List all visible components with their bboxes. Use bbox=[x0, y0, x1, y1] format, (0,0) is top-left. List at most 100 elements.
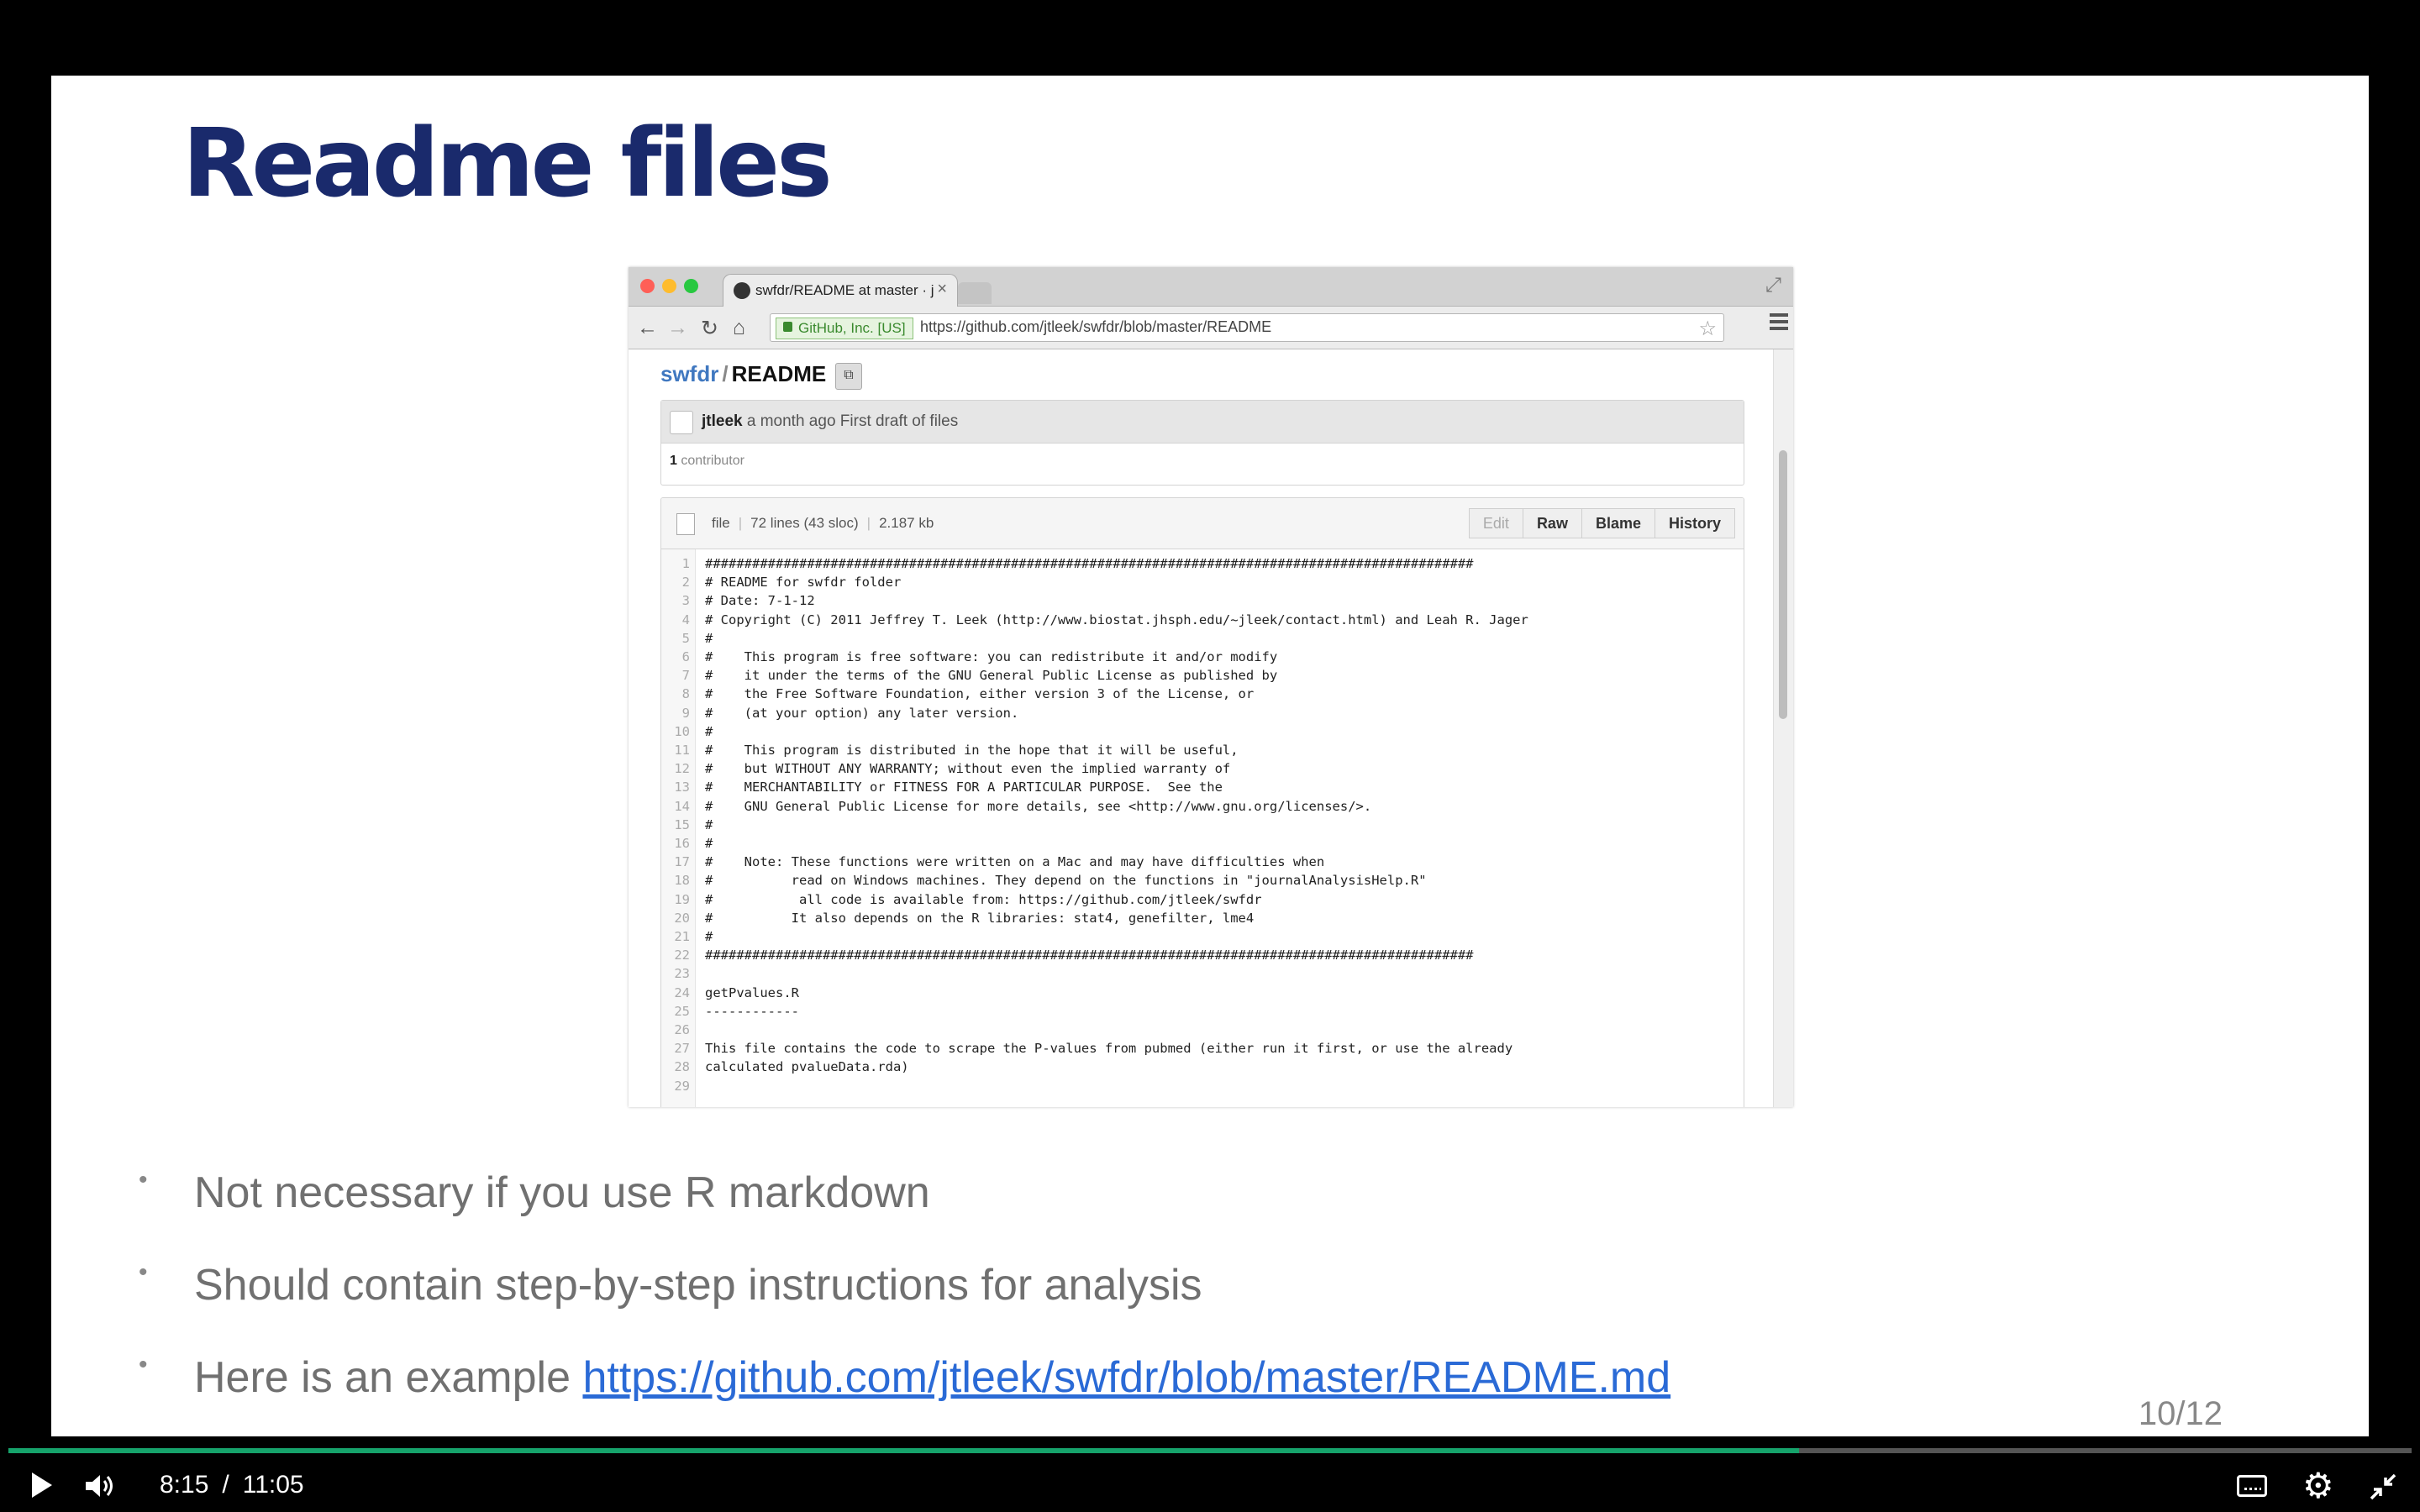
play-icon[interactable] bbox=[32, 1473, 52, 1498]
secure-badge: GitHub, Inc. [US] bbox=[776, 318, 913, 339]
breadcrumb: swfdr / README bbox=[660, 361, 826, 387]
minimize-window-icon bbox=[662, 279, 676, 293]
line-number: 1 bbox=[681, 556, 690, 571]
exit-fullscreen-icon[interactable] bbox=[2368, 1472, 2398, 1502]
blame-button: Blame bbox=[1581, 508, 1655, 538]
lock-icon bbox=[783, 322, 792, 332]
code-text: # GNU General Public License for more de… bbox=[705, 798, 1372, 814]
line-number: 17 bbox=[674, 854, 690, 870]
home-icon: ⌂ bbox=[733, 316, 746, 339]
line-number: 21 bbox=[674, 929, 690, 944]
code-line: 4 # Copyright (C) 2011 Jeffrey T. Leek (h… bbox=[661, 611, 1744, 629]
commit-author: jtleek bbox=[702, 412, 743, 430]
code-line: 2 # README for swfdr folder bbox=[661, 573, 1744, 591]
code-text: # bbox=[705, 836, 713, 851]
code-line: 5 # bbox=[661, 629, 1744, 648]
bullet-text: Should contain step-by-step instructions… bbox=[194, 1261, 1202, 1310]
time-display: 8:15 / 11:05 bbox=[160, 1471, 304, 1499]
bullet-item: • Not necessary if you use R markdown bbox=[139, 1166, 930, 1218]
line-number: 18 bbox=[674, 873, 690, 889]
tab-title: swfdr/README at master · j bbox=[755, 282, 934, 298]
code-line: 20 # It also depends on the R libraries: … bbox=[661, 909, 1744, 927]
repo-link: swfdr bbox=[660, 361, 719, 386]
bullet-text: Here is an example bbox=[194, 1353, 583, 1402]
line-number: 16 bbox=[674, 836, 690, 851]
code-text: calculated pvalueData.rda) bbox=[705, 1059, 909, 1075]
code-line: 11 # This program is distributed in the h… bbox=[661, 741, 1744, 759]
code-line: 8 # the Free Software Foundation, either … bbox=[661, 685, 1744, 703]
readme-example-link[interactable]: https://github.com/jtleek/swfdr/blob/mas… bbox=[582, 1353, 1670, 1402]
line-number: 19 bbox=[674, 891, 690, 907]
avatar bbox=[670, 411, 693, 434]
line-number: 28 bbox=[674, 1059, 690, 1075]
code-line: 10 # bbox=[661, 722, 1744, 741]
forward-arrow-icon: → bbox=[667, 316, 688, 339]
code-line: 19 # all code is available from: https://… bbox=[661, 890, 1744, 909]
contributor-label: contributor bbox=[676, 454, 744, 468]
commit-text: jtleek a month ago First draft of files bbox=[702, 412, 958, 431]
commit-message: a month ago First draft of files bbox=[742, 412, 959, 430]
progress-bar[interactable] bbox=[8, 1448, 2412, 1453]
page-number: 10/12 bbox=[2138, 1395, 2223, 1432]
code-text: # it under the terms of the GNU General … bbox=[705, 668, 1278, 684]
file-meta: file | 72 lines (43 sloc) | 2.187 kb bbox=[712, 515, 934, 531]
contributors: 1 contributor bbox=[670, 454, 744, 469]
volume-icon[interactable] bbox=[84, 1473, 118, 1499]
bullet-dot: • bbox=[139, 1166, 148, 1194]
browser-menu-icon bbox=[1770, 313, 1788, 330]
code-text: ------------ bbox=[705, 1003, 799, 1019]
code-text: # all code is available from: https://gi… bbox=[705, 891, 1262, 907]
secure-label: GitHub, Inc. [US] bbox=[798, 320, 906, 336]
code-text: # the Free Software Foundation, either v… bbox=[705, 686, 1255, 702]
code-line: 29 bbox=[661, 1077, 1744, 1095]
line-number: 12 bbox=[674, 761, 690, 777]
code-text: # README for swfdr folder bbox=[705, 575, 902, 591]
line-number: 6 bbox=[681, 649, 690, 664]
edit-button: Edit bbox=[1468, 508, 1523, 538]
contributor-count: 1 bbox=[670, 454, 677, 468]
code-text: # bbox=[705, 816, 713, 832]
code-text: This file contains the code to scrape th… bbox=[705, 1041, 1513, 1057]
github-favicon-icon bbox=[734, 282, 750, 299]
address-bar: GitHub, Inc. [US] https://github.com/jtl… bbox=[770, 313, 1724, 342]
code-line: 28 calculated pvalueData.rda) bbox=[661, 1058, 1744, 1076]
slide-title: Readme files bbox=[182, 109, 833, 218]
code-line: 22 ######################################… bbox=[661, 946, 1744, 964]
code-text: # (at your option) any later version. bbox=[705, 705, 1019, 721]
close-window-icon bbox=[640, 279, 655, 293]
file-size: 2.187 kb bbox=[879, 515, 934, 531]
bullet-item: • Here is an example https://github.com/j… bbox=[139, 1351, 1670, 1403]
code-line: 13 # MERCHANTABILITY or FITNESS FOR A PAR… bbox=[661, 778, 1744, 796]
line-number: 11 bbox=[674, 743, 690, 758]
line-number: 4 bbox=[681, 612, 690, 627]
current-time: 8:15 bbox=[160, 1471, 209, 1499]
new-tab-button bbox=[958, 282, 992, 304]
line-number: 7 bbox=[681, 668, 690, 684]
code-line: 16 # bbox=[661, 834, 1744, 853]
tab-close-icon: × bbox=[937, 280, 947, 298]
bullet-dot: • bbox=[139, 1258, 148, 1286]
gear-icon[interactable]: ⚙ bbox=[2302, 1468, 2334, 1504]
code-text: # Date: 7-1-12 bbox=[705, 593, 815, 609]
code-text: # bbox=[705, 723, 713, 739]
page-scrollbar bbox=[1773, 349, 1793, 1107]
bullet-dot: • bbox=[139, 1351, 148, 1378]
code-text: # but WITHOUT ANY WARRANTY; without even… bbox=[705, 761, 1231, 777]
code-line: 17 # Note: These functions were written o… bbox=[661, 853, 1744, 871]
code-text: # Copyright (C) 2011 Jeffrey T. Leek (ht… bbox=[705, 612, 1528, 627]
back-arrow-icon: ← bbox=[637, 316, 658, 339]
code-text: # read on Windows machines. They depend … bbox=[705, 873, 1427, 889]
code-line: 12 # but WITHOUT ANY WARRANTY; without ev… bbox=[661, 759, 1744, 778]
line-number: 23 bbox=[674, 966, 690, 982]
code-line: 18 # read on Windows machines. They depen… bbox=[661, 871, 1744, 890]
code-line: 3 # Date: 7-1-12 bbox=[661, 591, 1744, 610]
closed-captions-icon[interactable] bbox=[2237, 1475, 2267, 1497]
code-line: 23 bbox=[661, 964, 1744, 983]
code-text: # bbox=[705, 929, 713, 944]
line-number: 8 bbox=[681, 686, 690, 702]
code-line: 9 # (at your option) any later version. bbox=[661, 704, 1744, 722]
code-line: 1 #######################################… bbox=[661, 554, 1744, 573]
clipboard-icon: ⧉ bbox=[835, 363, 862, 390]
code-line: 21 # bbox=[661, 927, 1744, 946]
code-text: # This program is distributed in the hop… bbox=[705, 743, 1239, 758]
